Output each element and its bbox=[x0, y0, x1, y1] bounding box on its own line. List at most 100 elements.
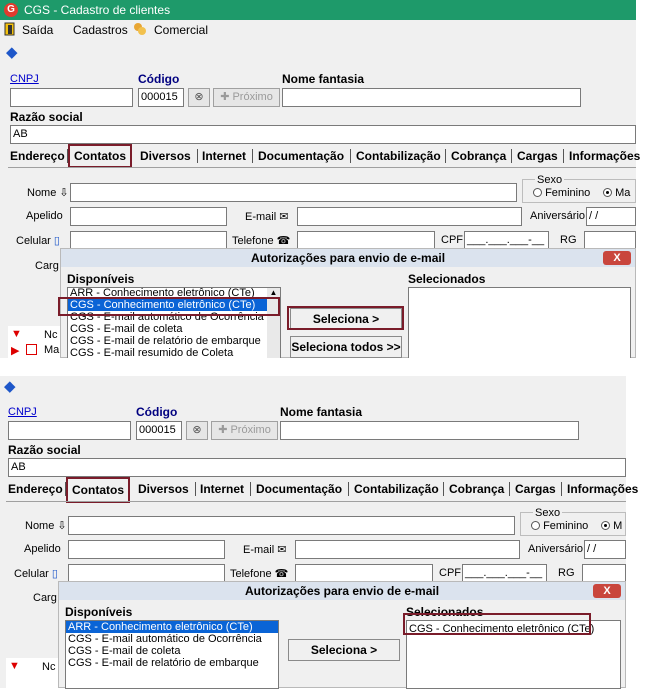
trade-name-field[interactable] bbox=[280, 421, 579, 440]
rg-label: RG bbox=[560, 234, 577, 246]
cnpj-field[interactable] bbox=[10, 88, 133, 107]
tab-contatos[interactable]: Contatos bbox=[68, 144, 132, 168]
tab-documentacao[interactable]: Documentação bbox=[256, 479, 342, 499]
tab-internet[interactable]: Internet bbox=[202, 146, 246, 166]
female-radio[interactable]: Feminino bbox=[533, 187, 590, 199]
menu-bar: Saída Cadastros Comercial bbox=[0, 20, 636, 40]
nickname-label: Apelido bbox=[24, 543, 61, 555]
tab-cobranca[interactable]: Cobrança bbox=[451, 146, 506, 166]
tab-documentacao[interactable]: Documentação bbox=[258, 146, 344, 166]
cnpj-label[interactable]: CNPJ bbox=[10, 73, 39, 85]
binoculars-icon[interactable]: ⊗ bbox=[188, 88, 210, 107]
female-radio-dot[interactable] bbox=[533, 188, 542, 197]
company-name-field[interactable]: AB bbox=[10, 125, 636, 144]
tab-cargas[interactable]: Cargas bbox=[517, 146, 558, 166]
row-checkbox[interactable] bbox=[26, 344, 37, 355]
next-button[interactable]: ✚ Próximo bbox=[213, 88, 280, 107]
mobile-label: Celular ▯ bbox=[14, 568, 58, 580]
binoculars-icon[interactable]: ⊗ bbox=[186, 421, 208, 440]
phone-icon: ☎ bbox=[276, 235, 291, 247]
code-field[interactable]: 000015 bbox=[136, 421, 182, 440]
nickname-label: Apelido bbox=[26, 210, 63, 222]
code-field[interactable]: 000015 bbox=[138, 88, 184, 107]
tab-contabilizacao[interactable]: Contabilização bbox=[354, 479, 439, 499]
select-all-button[interactable]: Seleciona todos >> bbox=[290, 336, 402, 358]
tab-cobranca[interactable]: Cobrança bbox=[449, 479, 504, 499]
email-label: E-mail ✉ bbox=[243, 544, 287, 556]
menu-exit[interactable]: Saída bbox=[22, 20, 53, 40]
email-icon: ✉ bbox=[279, 211, 289, 223]
list-item[interactable]: CGS - E-mail de coleta bbox=[68, 323, 280, 335]
phone-label: Telefone ☎ bbox=[232, 235, 291, 247]
tab-contabilizacao[interactable]: Contabilização bbox=[356, 146, 441, 166]
grid-col-header: Nc bbox=[42, 661, 56, 673]
available-list[interactable]: ARR - Conhecimento eletrônico (CTe) CGS … bbox=[65, 620, 279, 689]
highlight-select-button bbox=[287, 306, 404, 330]
tab-diversos[interactable]: Diversos bbox=[140, 146, 191, 166]
next-button[interactable]: ✚ Próximo bbox=[211, 421, 278, 440]
tab-informacoes[interactable]: Informações bbox=[569, 146, 640, 166]
trade-name-label: Nome fantasia bbox=[282, 72, 365, 86]
sort-arrow-icon: ▼ bbox=[11, 328, 22, 340]
email-field[interactable] bbox=[295, 540, 520, 559]
grid-col-header: Nc bbox=[44, 329, 58, 341]
menu-registers[interactable]: Cadastros bbox=[73, 20, 128, 40]
list-item[interactable]: CGS - E-mail automático de Ocorrência bbox=[66, 633, 278, 645]
phone-label: Telefone ☎ bbox=[230, 568, 289, 580]
role-label: Carg bbox=[35, 260, 59, 272]
select-button[interactable]: Seleciona > bbox=[288, 639, 400, 661]
tab-endereco[interactable]: Endereço bbox=[8, 479, 63, 499]
male-radio-dot[interactable] bbox=[603, 188, 612, 197]
close-icon[interactable]: X bbox=[593, 584, 621, 598]
sex-label: Sexo bbox=[533, 507, 563, 519]
code-label: Código bbox=[136, 405, 178, 419]
name-field[interactable] bbox=[68, 516, 515, 535]
dialog-title: Autorizações para envio de e-mail bbox=[59, 582, 625, 600]
contacts-grid-bottom: ▼ Nc bbox=[6, 658, 62, 688]
code-label: Código bbox=[138, 72, 180, 86]
trade-name-field[interactable] bbox=[282, 88, 581, 107]
name-label: Nome ⇩ bbox=[27, 187, 69, 199]
cpf-label: CPF bbox=[441, 234, 463, 246]
female-radio-dot[interactable] bbox=[531, 521, 540, 530]
male-radio-dot[interactable] bbox=[601, 521, 610, 530]
grid-row-cell: Ma bbox=[44, 344, 60, 356]
list-item[interactable]: CGS - E-mail de relatório de embarque bbox=[68, 335, 280, 347]
tab-bar-bottom: Endereço Contatos Diversos Internet Docu… bbox=[0, 477, 638, 503]
nickname-field[interactable] bbox=[68, 540, 225, 559]
contacts-grid-top: ▼ Nc ▶ Ma bbox=[8, 326, 64, 358]
menu-commercial[interactable]: Comercial bbox=[154, 20, 208, 40]
female-radio[interactable]: Feminino bbox=[531, 520, 588, 532]
next-label: Próximo bbox=[230, 424, 271, 436]
list-item[interactable]: CGS - E-mail de coleta bbox=[66, 645, 278, 657]
selected-label: Selecionados bbox=[408, 272, 486, 286]
tab-diversos[interactable]: Diversos bbox=[138, 479, 189, 499]
company-name-field[interactable]: AB bbox=[8, 458, 626, 477]
tab-contatos[interactable]: Contatos bbox=[66, 477, 130, 503]
male-radio[interactable]: M bbox=[601, 520, 622, 532]
tab-divider bbox=[6, 501, 626, 502]
scroll-up-icon[interactable]: ▲ bbox=[267, 288, 280, 297]
cnpj-field[interactable] bbox=[8, 421, 131, 440]
birthday-label: Aniversário bbox=[528, 543, 584, 555]
company-name-label: Razão social bbox=[10, 110, 83, 124]
close-icon[interactable]: X bbox=[603, 251, 631, 265]
email-field[interactable] bbox=[297, 207, 522, 226]
birthday-field[interactable]: / / bbox=[586, 207, 636, 226]
birthday-field[interactable]: / / bbox=[584, 540, 626, 559]
tab-cargas[interactable]: Cargas bbox=[515, 479, 556, 499]
name-field[interactable] bbox=[70, 183, 517, 202]
cpf-label: CPF bbox=[439, 567, 461, 579]
tab-internet[interactable]: Internet bbox=[200, 479, 244, 499]
list-item-selected[interactable]: ARR - Conhecimento eletrônico (CTe) bbox=[66, 621, 278, 633]
exit-icon[interactable] bbox=[4, 20, 16, 40]
list-item[interactable]: CGS - E-mail de relatório de embarque bbox=[66, 657, 278, 669]
tab-endereco[interactable]: Endereço bbox=[10, 146, 65, 166]
role-label: Carg bbox=[33, 592, 57, 604]
selected-list[interactable] bbox=[408, 287, 631, 359]
tab-informacoes[interactable]: Informações bbox=[567, 479, 638, 499]
commercial-icon bbox=[133, 20, 147, 40]
male-radio[interactable]: Ma bbox=[603, 187, 630, 199]
cnpj-label[interactable]: CNPJ bbox=[8, 406, 37, 418]
nickname-field[interactable] bbox=[70, 207, 227, 226]
